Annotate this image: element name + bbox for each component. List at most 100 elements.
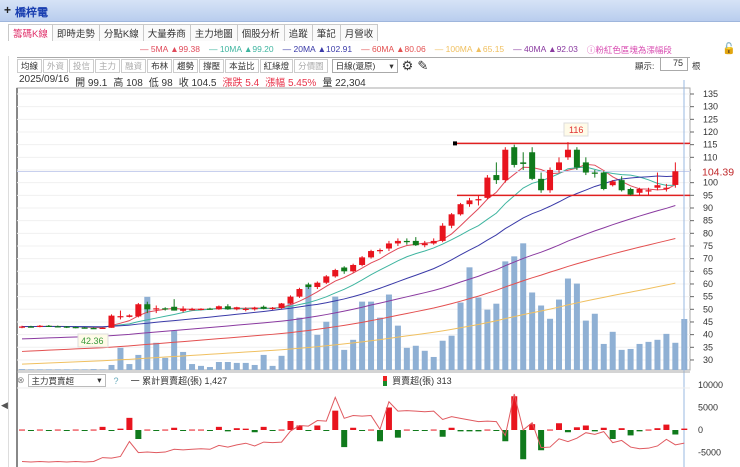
p2-tick-label: 10000 bbox=[698, 380, 723, 390]
candle-body bbox=[126, 315, 133, 317]
volume-bar bbox=[72, 369, 79, 370]
candle-body bbox=[421, 243, 428, 246]
candle-body bbox=[502, 149, 509, 181]
candle-body bbox=[377, 250, 383, 252]
net-bar bbox=[224, 430, 231, 432]
price-chart[interactable]: 1351301251201151101051009590858075706560… bbox=[0, 0, 740, 467]
net-bar bbox=[341, 430, 348, 448]
close-indicator-icon[interactable]: ⊗ bbox=[17, 375, 25, 386]
candle-body bbox=[493, 175, 500, 181]
net-bar bbox=[287, 421, 294, 430]
volume-bar bbox=[663, 333, 670, 370]
y-tick-label: 85 bbox=[703, 216, 713, 226]
candle-body bbox=[81, 327, 88, 329]
net-bar bbox=[412, 430, 419, 431]
net-bar bbox=[323, 430, 330, 431]
volume-bar bbox=[484, 309, 491, 370]
candle-body bbox=[198, 308, 204, 310]
volume-bar bbox=[99, 369, 106, 370]
net-bar bbox=[654, 428, 661, 430]
net-bar bbox=[296, 425, 303, 430]
net-bar bbox=[90, 429, 97, 431]
y-tick-label: 115 bbox=[703, 140, 717, 150]
y-tick-label: 120 bbox=[703, 127, 718, 137]
volume-bar bbox=[645, 341, 652, 370]
candle-body bbox=[99, 327, 106, 329]
volume-bar bbox=[63, 369, 70, 370]
candle-body bbox=[90, 328, 97, 330]
net-bar bbox=[45, 430, 52, 431]
volume-bar bbox=[385, 294, 392, 370]
net-bar bbox=[645, 429, 652, 431]
candle-body bbox=[233, 307, 240, 310]
candle-body bbox=[278, 303, 285, 309]
net-bar bbox=[36, 429, 43, 431]
candle-body bbox=[189, 309, 196, 311]
volume-bar bbox=[126, 364, 133, 370]
volume-bar bbox=[27, 369, 34, 370]
candle-body bbox=[385, 243, 392, 249]
help-icon[interactable]: ? bbox=[114, 376, 119, 386]
candle-body bbox=[573, 149, 580, 168]
net-bar bbox=[81, 430, 88, 431]
candle-body bbox=[206, 308, 213, 310]
volume-bar bbox=[242, 362, 249, 370]
candle-body bbox=[215, 306, 222, 310]
candle-body bbox=[350, 264, 357, 272]
candle-body bbox=[547, 169, 554, 191]
net-bar bbox=[278, 429, 285, 431]
candle-body bbox=[359, 257, 366, 265]
net-bar bbox=[189, 429, 196, 431]
volume-bar bbox=[573, 283, 580, 370]
candle-body bbox=[72, 327, 79, 329]
net-bar bbox=[162, 429, 169, 431]
indicator-select[interactable]: 主力買賣超 ▾ bbox=[27, 374, 106, 387]
volume-bar bbox=[332, 296, 339, 370]
volume-bar bbox=[90, 369, 97, 370]
net-bar bbox=[54, 429, 61, 431]
net-bar bbox=[403, 429, 410, 431]
cumulative-legend: 一 累計買賣超(張) 1,427 bbox=[130, 376, 228, 386]
net-bar bbox=[493, 430, 500, 431]
candle-body bbox=[609, 181, 616, 186]
net-bar bbox=[439, 430, 446, 437]
y-tick-label: 35 bbox=[703, 342, 713, 352]
candle-body bbox=[439, 225, 446, 241]
volume-bar bbox=[448, 335, 455, 370]
candle-body bbox=[180, 308, 187, 311]
net-bar bbox=[63, 430, 70, 431]
net-legend-icon bbox=[383, 375, 388, 386]
candle-body bbox=[242, 308, 249, 310]
volume-bar bbox=[233, 362, 240, 370]
candle-body bbox=[457, 204, 464, 215]
volume-bar bbox=[54, 369, 61, 370]
y-tick-label: 125 bbox=[703, 114, 718, 124]
volume-bar bbox=[538, 305, 545, 370]
volume-bar bbox=[359, 301, 366, 370]
net-bar bbox=[564, 430, 571, 433]
net-bar bbox=[108, 430, 115, 431]
candle-body bbox=[260, 306, 267, 309]
y-tick-label: 70 bbox=[703, 254, 713, 264]
y-tick-label: 95 bbox=[703, 190, 713, 200]
net-bar bbox=[135, 430, 142, 439]
volume-bar bbox=[171, 330, 178, 370]
net-bar bbox=[251, 430, 258, 433]
y-tick-label: 110 bbox=[703, 152, 717, 162]
volume-bar bbox=[475, 297, 482, 370]
volume-bar bbox=[81, 369, 88, 370]
y-tick-label: 60 bbox=[703, 279, 713, 289]
net-bar bbox=[457, 430, 464, 432]
candle-body bbox=[269, 307, 276, 309]
min-label: 42.36 bbox=[81, 336, 104, 346]
volume-bar bbox=[466, 267, 473, 370]
candle-body bbox=[618, 180, 625, 191]
y-tick-label: 30 bbox=[703, 355, 713, 365]
indicator-value: 主力買賣超 bbox=[31, 376, 75, 386]
net-bar bbox=[153, 430, 160, 431]
net-bar bbox=[600, 427, 607, 430]
volume-bar bbox=[421, 350, 428, 370]
last-price-label: 104.39 bbox=[702, 167, 734, 179]
volume-bar bbox=[394, 325, 401, 370]
volume-bar bbox=[260, 354, 267, 370]
